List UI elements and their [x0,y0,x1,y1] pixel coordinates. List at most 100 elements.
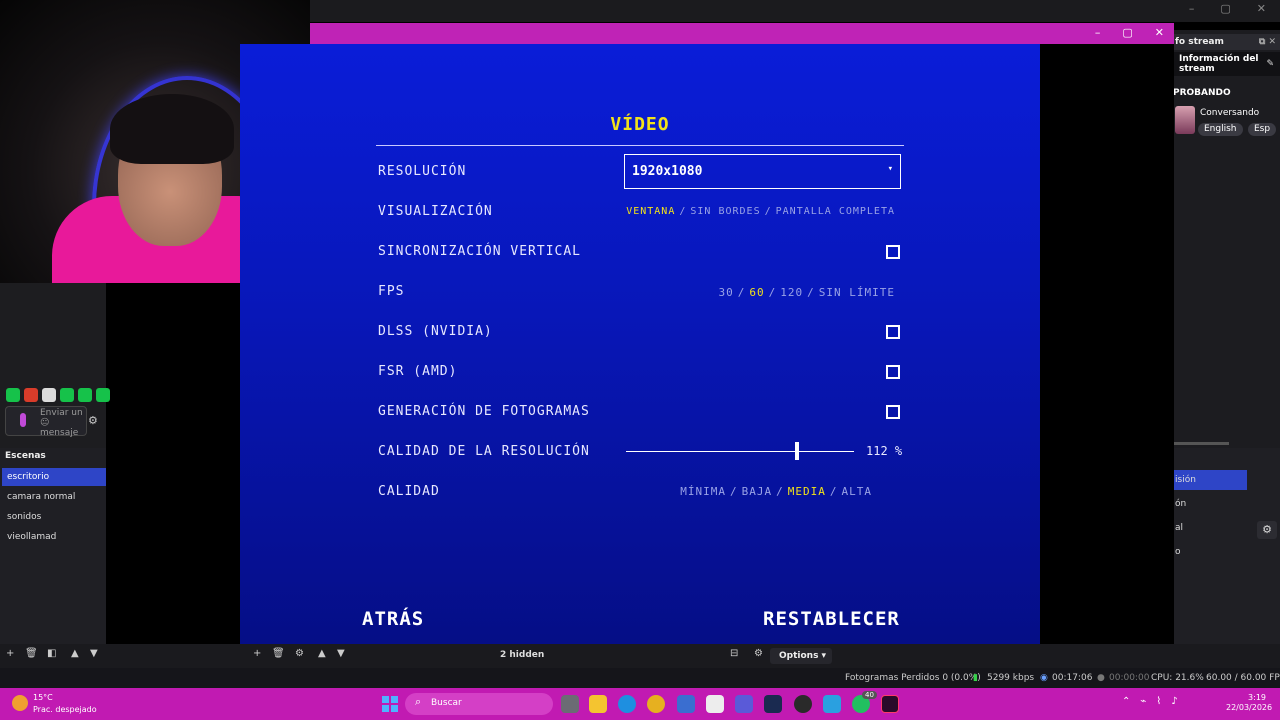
letterbox [1040,44,1174,644]
microphone-icon[interactable] [20,413,26,427]
record-time: 00:00:00 [1109,673,1150,683]
minimize-icon[interactable]: – [1189,2,1195,15]
emote-icon[interactable] [60,388,74,402]
filter-icon[interactable]: ◧ [47,648,56,659]
scene-item[interactable]: sonidos [2,508,106,526]
obs-window-controls[interactable]: – ▢ ✕ [1189,2,1266,15]
chrome-icon[interactable] [647,695,665,713]
back-button[interactable]: ATRÁS [362,608,424,630]
trash-icon[interactable]: 🗑 [272,648,285,659]
resolution-quality-label: CALIDAD DE LA RESOLUCIÓN [378,444,590,459]
emote-icon[interactable] [42,388,56,402]
horizontal-scrollbar[interactable] [1173,442,1229,445]
vsync-checkbox[interactable] [886,245,900,259]
stream-tag[interactable]: English [1198,123,1243,136]
add-icon[interactable]: + [6,648,14,659]
fps-option[interactable]: SIN LÍMITE [819,286,895,299]
maximize-icon[interactable]: ▢ [1220,2,1230,15]
edit-icon[interactable]: ✎ [1266,59,1274,69]
edge-icon[interactable] [618,695,636,713]
emote-icon[interactable] [96,388,110,402]
dock-controls[interactable]: ⧉ ✕ [1259,34,1276,50]
stream-tag[interactable]: Esp [1248,123,1277,136]
settings-title: VÍDEO [610,114,670,135]
game-window: – ▢ ✕ VÍDEO RESOLUCIÓN 1920x1080 ▾ VISUA… [240,23,1174,644]
emote-icon[interactable] [6,388,20,402]
display-option[interactable]: VENTANA [626,206,675,217]
weather-condition[interactable]: Prac. despejado [33,705,97,714]
file-explorer-icon[interactable] [589,695,607,713]
emote-icon[interactable] [78,388,92,402]
reset-button[interactable]: RESTABLECER [763,608,900,630]
hidden-count: 2 hidden [500,650,545,660]
resolution-dropdown[interactable]: 1920x1080 ▾ [624,154,901,189]
quality-options: MÍNIMA / BAJA / MEDIA / ALTA [680,485,872,498]
start-button[interactable] [382,696,398,712]
move-down-icon[interactable]: ▼ [90,648,98,659]
quality-option[interactable]: MÍNIMA [680,485,726,498]
scenes-panel: Escenas escritorio camara normal sonidos… [0,448,106,644]
settings-icon[interactable]: ⚙ [754,648,763,659]
gear-icon[interactable]: ⚙ [295,648,304,659]
store-icon[interactable] [706,695,724,713]
scene-item[interactable]: vieollamad [2,528,106,546]
game-window-controls[interactable]: – ▢ ✕ [1095,26,1164,39]
fsr-label: FSR (AMD) [378,364,458,379]
resolution-label: RESOLUCIÓN [378,164,467,179]
clock[interactable]: 3:19 22/03/2026 [1226,693,1272,713]
slider-thumb[interactable] [795,442,799,460]
move-up-icon[interactable]: ▲ [71,648,79,659]
scene-item[interactable]: camara normal [2,488,106,506]
weather-temperature[interactable]: 15°C [33,693,53,702]
weather-icon[interactable] [12,695,28,711]
game-icon[interactable] [881,695,899,713]
trash-icon[interactable]: 🗑 [25,648,38,659]
system-tray[interactable]: ⌃⌁⌇♪ [1122,696,1188,707]
display-option[interactable]: SIN BORDES [690,206,760,217]
close-icon[interactable]: ✕ [1155,26,1164,39]
taskbar-search[interactable]: ⌕ Buscar [405,693,553,715]
app-icon[interactable] [823,695,841,713]
quality-option[interactable]: ALTA [842,485,873,498]
dock-item[interactable]: ón [1173,494,1247,514]
display-option[interactable]: PANTALLA COMPLETA [776,206,895,217]
bitrate: 5299 kbps [987,673,1035,683]
mail-icon[interactable] [677,695,695,713]
game-title-bar[interactable]: – ▢ ✕ [310,23,1174,44]
resolution-quality-slider[interactable] [626,451,854,452]
minimize-icon[interactable]: – [1095,26,1101,39]
dock-item[interactable]: o [1173,542,1247,562]
add-source-icon[interactable]: + [253,648,261,659]
move-down-icon[interactable]: ▼ [337,648,345,659]
search-icon: ⌕ [415,695,422,708]
dock-header: fo stream ⧉ ✕ [1173,34,1280,50]
maximize-icon[interactable]: ▢ [1122,26,1132,39]
gear-icon[interactable]: ⚙ [88,414,98,427]
fsr-checkbox[interactable] [886,365,900,379]
move-up-icon[interactable]: ▲ [318,648,326,659]
teams-icon[interactable] [735,695,753,713]
emote-icon[interactable] [24,388,38,402]
fps-option[interactable]: 120 [780,286,803,299]
scene-item[interactable]: escritorio [2,468,106,486]
stream-icon: ◉ [1040,673,1048,683]
title-divider [376,145,904,146]
gear-icon[interactable]: ⚙ [1257,521,1277,539]
fps-counter: 60.00 / 60.00 FPS [1206,673,1280,683]
quality-option[interactable]: BAJA [742,485,773,498]
steam-icon[interactable] [764,695,782,713]
quality-option[interactable]: MEDIA [788,485,826,498]
close-icon[interactable]: ✕ [1257,2,1266,15]
dlss-checkbox[interactable] [886,325,900,339]
dock-item[interactable]: isión [1173,470,1247,490]
task-view-icon[interactable] [561,695,579,713]
dock-item[interactable]: al [1173,518,1247,538]
fps-option[interactable]: 30 [719,286,734,299]
frame-generation-label: GENERACIÓN DE FOTOGRAMAS [378,404,590,419]
fps-option[interactable]: 60 [749,286,764,299]
frame-generation-checkbox[interactable] [886,405,900,419]
options-dropdown[interactable]: Options ▾ [770,648,832,664]
chat-message-input[interactable]: Enviar un 😐 mensaje [5,406,87,438]
obs-icon[interactable] [794,695,812,713]
layout-icon[interactable]: ⊟ [730,648,738,659]
